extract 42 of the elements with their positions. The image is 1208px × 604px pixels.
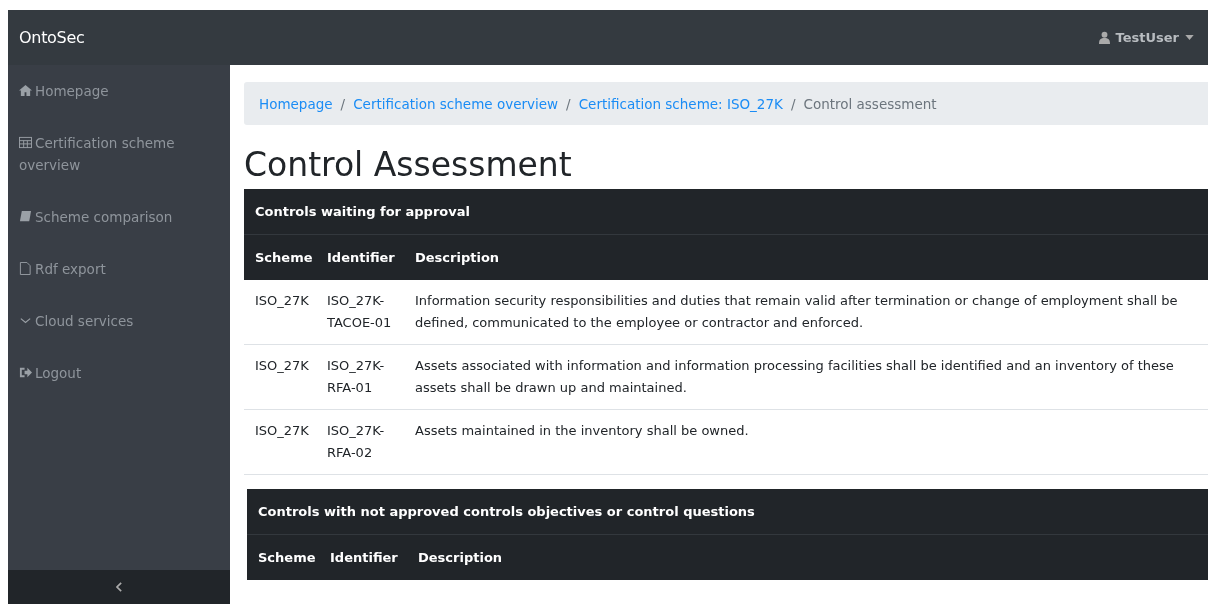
table-cell: ISO_27K xyxy=(244,344,316,410)
sidebar-item[interactable]: Cloud services xyxy=(19,310,219,332)
column-header: Identifier xyxy=(316,234,404,280)
chevron-left-icon xyxy=(115,582,123,592)
sidebar-item[interactable]: Logout xyxy=(19,362,219,384)
table-cell: Assets associated with information and information processing facilities shall be identified and an inventory of these assets shall be drawn up and maintained. xyxy=(404,344,1208,410)
table-cell: ISO_27K-RFA-01 xyxy=(316,344,404,410)
breadcrumb-link[interactable]: Certification scheme overview xyxy=(353,95,559,112)
breadcrumb-current: Control assessment xyxy=(803,95,937,112)
table-icon xyxy=(19,136,32,149)
page-heading: Control Assessment xyxy=(244,145,573,185)
column-header: Description xyxy=(407,534,1208,580)
sidebar-item[interactable]: Homepage xyxy=(19,80,219,102)
breadcrumb-separator: / xyxy=(790,95,796,112)
column-header: Scheme xyxy=(247,534,319,580)
sidebar-item[interactable]: Rdf export xyxy=(19,258,219,280)
user-icon xyxy=(1098,31,1110,44)
sidebar-item[interactable]: Scheme comparison xyxy=(19,206,219,228)
table-cell: ISO_27K xyxy=(244,409,316,475)
user-menu[interactable]: TestUser xyxy=(1098,30,1194,45)
sidebar-toggle[interactable] xyxy=(8,570,230,604)
home-icon xyxy=(19,84,32,97)
breadcrumb-link[interactable]: Homepage xyxy=(259,95,333,112)
table-cell: ISO_27K-RFA-02 xyxy=(316,409,404,475)
sign-in-icon xyxy=(19,366,32,379)
breadcrumb-separator: / xyxy=(566,95,571,112)
column-header: Identifier xyxy=(319,534,407,580)
table-title: Controls waiting for approval xyxy=(244,189,1208,235)
breadcrumb-link[interactable]: Certification scheme: ISO_27K xyxy=(578,95,783,112)
sidebar-item[interactable]: Certification scheme overview xyxy=(19,132,219,176)
table-cell: Information security responsibilities and duties that remain valid after termination or change of employment shall be defined, communicated to the employee or contractor and enforced. xyxy=(404,280,1208,345)
caret-icon xyxy=(1185,35,1194,40)
column-header: Scheme xyxy=(244,234,316,280)
book-icon xyxy=(19,210,32,223)
table-cell: ISO_27K xyxy=(244,280,316,345)
column-header: Description xyxy=(404,234,1208,280)
table-title: Controls with not approved controls objectives or control questions xyxy=(247,489,1208,535)
breadcrumb-separator: / xyxy=(340,95,346,112)
table-cell: ISO_27K-TACOE-01 xyxy=(316,280,404,345)
file-icon xyxy=(19,262,32,275)
table-cell: Assets maintained in the inventory shall be owned. xyxy=(404,409,1208,475)
brand-name[interactable]: OntoSec xyxy=(19,28,85,47)
